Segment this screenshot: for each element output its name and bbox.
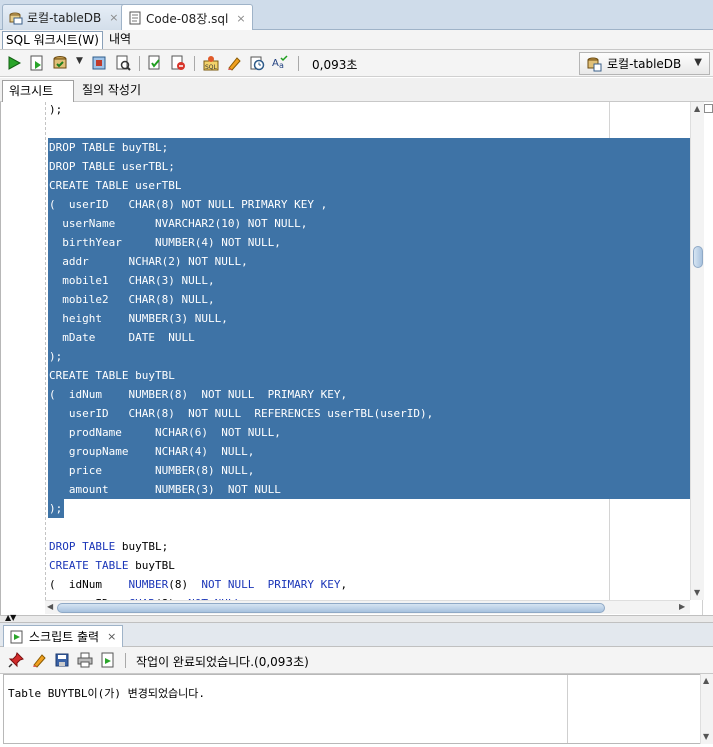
close-icon[interactable]: × [109,11,118,24]
clear-icon[interactable]: SQL [203,55,219,71]
scroll-thumb[interactable] [57,603,605,613]
code-line: CREATE TABLE buyTBL [49,559,175,572]
format-icon[interactable] [249,55,265,71]
svg-text:A: A [272,58,279,69]
doc-tab-worksheet[interactable]: 로컬-tableDB × [2,4,126,30]
sql-worksheet-icon [9,12,23,24]
autotrace-icon[interactable] [147,55,163,71]
scroll-right-icon[interactable]: ▶ [679,602,685,611]
rollback-icon[interactable] [91,55,107,71]
toolbar-separator [139,56,140,71]
scroll-down-icon[interactable]: ▼ [694,588,700,597]
toolbar-separator [125,653,126,668]
code-line: mobile2 CHAR(8) NULL, [62,293,215,306]
autocomplete-icon[interactable]: Aa [272,55,288,71]
scroll-thumb[interactable] [693,246,703,268]
scroll-left-icon[interactable]: ◀ [47,602,53,611]
sql-tuning-icon[interactable] [170,55,186,71]
code-line: CREATE TABLE userTBL [49,179,182,192]
output-margin-guide [567,675,568,743]
tab-history[interactable]: 내역 [106,31,134,49]
scroll-down-icon[interactable]: ▼ [703,732,709,741]
tab-script-output-label: 스크립트 출력 [29,630,100,644]
editor-mode-tabs: 워크시트 질의 작성기 [0,78,713,102]
code-line: ( idNum NUMBER(8) NOT NULL PRIMARY KEY, [49,388,348,401]
collapse-arrows-icon[interactable]: ▲▼ [5,613,16,622]
sql-editor[interactable]: ); DROP TABLE buyTBL; DROP TABLE userTBL; C… [0,102,704,615]
toolbar-separator [298,56,299,71]
scroll-up-icon[interactable]: ▲ [694,104,700,113]
explain-plan-icon[interactable] [115,55,131,71]
output-vertical-scrollbar[interactable]: ▲ ▼ [700,674,713,744]
code-line: prodName NCHAR(6) NOT NULL, [68,426,281,439]
save-icon[interactable] [54,652,70,668]
output-status: 작업이 완료되었습니다.(0,093초) [136,655,309,669]
tab-script-output[interactable]: 스크립트 출력 × [3,625,124,647]
fold-guide [45,102,46,600]
close-icon[interactable]: × [107,630,116,643]
code-line: ); [49,103,63,116]
code-line: mDate DATE NULL [62,331,195,344]
line-gutter [2,102,44,600]
open-file-icon[interactable] [100,652,116,668]
tab-worksheet[interactable]: 워크시트 [2,80,74,102]
code-line: DROP TABLE buyTBL; [49,141,169,154]
code-line: mobile1 CHAR(3) NULL, [62,274,215,287]
code-line: ( userID CHAR(8) NOT NULL PRIMARY KEY , [49,198,328,211]
document-tab-strip: 로컬-tableDB × Code-08장.sql × [0,0,713,31]
svg-text:a: a [279,61,284,70]
toolbar-separator [194,56,195,71]
editor-vertical-scrollbar[interactable]: ▲ ▼ [690,102,704,600]
tab-query-builder[interactable]: 질의 작성기 [76,80,147,102]
doc-tab-sql-file-label: Code-08장.sql [146,11,229,26]
history-icon[interactable] [226,55,242,71]
code-line: userName NVARCHAR2(10) NOT NULL, [62,217,308,230]
script-output-area[interactable]: Table BUYTBL이(가) 변경되었습니다. [3,674,703,744]
sql-file-icon [129,11,141,25]
editor-horizontal-scrollbar[interactable]: ◀ ▶ [45,600,690,614]
script-output-icon [10,630,23,643]
svg-text:SQL: SQL [205,64,218,71]
code-line: ); [49,502,63,515]
code-line: groupName NCHAR(4) NULL, [68,445,255,458]
print-icon[interactable] [77,652,93,668]
code-line: userID CHAR(8) NOT NULL REFERENCES userT… [68,407,434,420]
worksheet-toolbar: ▼ SQL Aa 0,093초 로컬-tableDB ▼ [0,50,713,77]
elapsed-time: 0,093초 [312,58,358,72]
connection-name: 로컬-tableDB [607,57,682,71]
code-line: ( idNum NUMBER(8) NOT NULL PRIMARY KEY, [49,578,348,591]
tab-sql-worksheet[interactable]: SQL 워크시트(W) [2,31,103,49]
chevron-down-icon[interactable]: ▼ [76,56,92,72]
connection-select[interactable]: 로컬-tableDB ▼ [579,52,710,75]
run-script-icon[interactable] [29,55,45,71]
code-line: birthYear NUMBER(4) NOT NULL, [62,236,281,249]
worksheet-sub-tabs: SQL 워크시트(W) 내역 [0,30,713,50]
commit-icon[interactable] [52,55,68,71]
eraser-icon[interactable] [31,652,47,668]
scroll-up-icon[interactable]: ▲ [703,676,709,685]
close-icon[interactable]: × [236,12,245,25]
code-line: DROP TABLE buyTBL; [49,540,169,553]
code-line: amount NUMBER(3) NOT NULL [68,483,281,496]
code-line: height NUMBER(3) NULL, [62,312,228,325]
code-line: price NUMBER(8) NULL, [68,464,255,477]
panel-splitter[interactable]: ▲▼ [0,613,713,623]
doc-tab-worksheet-label: 로컬-tableDB [27,11,102,25]
output-message: Table BUYTBL이(가) 변경되었습니다. [8,687,206,700]
chevron-down-icon: ▼ [694,57,702,68]
run-statement-icon[interactable] [6,55,22,71]
doc-tab-sql-file[interactable]: Code-08장.sql × [121,4,253,31]
code-line: DROP TABLE userTBL; [49,160,175,173]
database-icon [587,57,602,71]
output-tab-strip: 스크립트 출력 × [0,623,713,647]
code-line: addr NCHAR(2) NOT NULL, [62,255,248,268]
code-line: CREATE TABLE buyTBL [49,369,175,382]
output-toolbar: 작업이 완료되었습니다.(0,093초) [0,647,713,674]
overview-ruler-box [704,104,713,113]
pin-icon[interactable] [8,652,24,668]
code-line: ); [49,350,63,363]
